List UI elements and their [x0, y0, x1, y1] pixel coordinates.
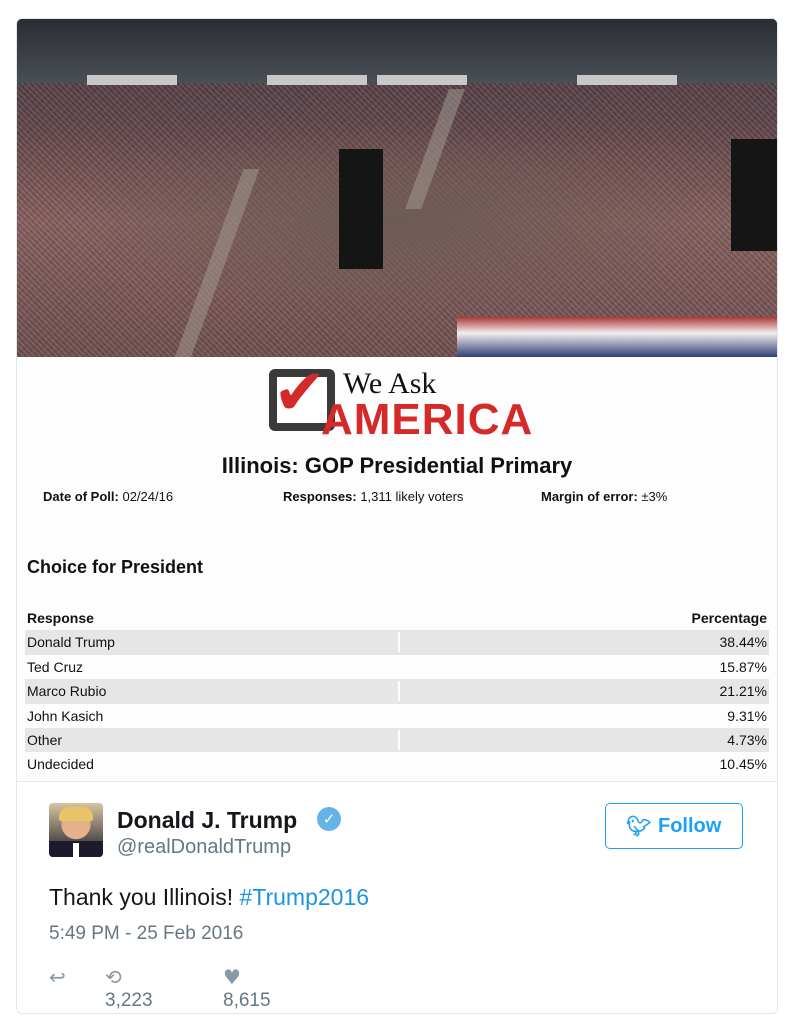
reply-button[interactable]: ↩ [49, 965, 66, 990]
poll-results-table: Response Percentage Donald Trump 38.44% … [25, 606, 769, 777]
retweet-count: 3,223 [105, 990, 153, 1011]
embedded-tweet-card: ✔ We Ask AMERICA Illinois: GOP President… [16, 18, 778, 1014]
column-header-percentage: Percentage [691, 610, 767, 626]
author-display-name[interactable]: Donald J. Trump [117, 807, 297, 834]
table-row: Donald Trump 38.44% [25, 630, 769, 655]
column-header-response: Response [27, 610, 94, 626]
table-row: Undecided 10.45% [27, 756, 767, 773]
verified-badge-icon: ✓ [317, 807, 341, 831]
table-row: Ted Cruz 15.87% [27, 658, 767, 675]
retweet-button[interactable]: ⟲ 3,223 [105, 965, 153, 1012]
table-row: Marco Rubio 21.21% [25, 679, 769, 704]
we-ask-america-logo: ✔ We Ask AMERICA [269, 361, 569, 444]
follow-button[interactable]: 🐦︎ Follow [605, 803, 743, 849]
table-row: Other 4.73% [25, 727, 769, 753]
like-count: 8,615 [223, 990, 271, 1011]
poll-date: Date of Poll: 02/24/16 [43, 489, 174, 504]
table-row: John Kasich 9.31% [27, 707, 767, 724]
poll-responses: Responses: 1,311 likely voters [283, 489, 464, 504]
tweet-text: Thank you Illinois! #Trump2016 [49, 884, 370, 910]
section-heading: Choice for President [27, 557, 204, 577]
like-button[interactable]: ♥ 8,615 [223, 965, 271, 1012]
reply-icon: ↩ [49, 965, 66, 989]
poll-margin: Margin of error: ±3% [541, 489, 668, 504]
author-handle[interactable]: @realDonaldTrump [117, 836, 291, 859]
twitter-bird-icon: 🐦︎ [626, 814, 652, 838]
retweet-icon: ⟲ [105, 965, 122, 989]
rally-crowd-photo [17, 19, 777, 357]
poll-title: Illinois: GOP Presidential Primary [221, 453, 573, 478]
poll-results-image: ✔ We Ask AMERICA Illinois: GOP President… [17, 357, 777, 782]
logo-text-bottom: AMERICA [321, 395, 534, 444]
table-header-row: Response Percentage [25, 606, 769, 630]
heart-icon: ♥ [223, 965, 241, 989]
hashtag-link[interactable]: #Trump2016 [239, 884, 369, 910]
avatar[interactable] [49, 803, 103, 857]
tweet-timestamp[interactable]: 5:49 PM - 25 Feb 2016 [49, 923, 243, 945]
follow-label: Follow [658, 815, 722, 837]
